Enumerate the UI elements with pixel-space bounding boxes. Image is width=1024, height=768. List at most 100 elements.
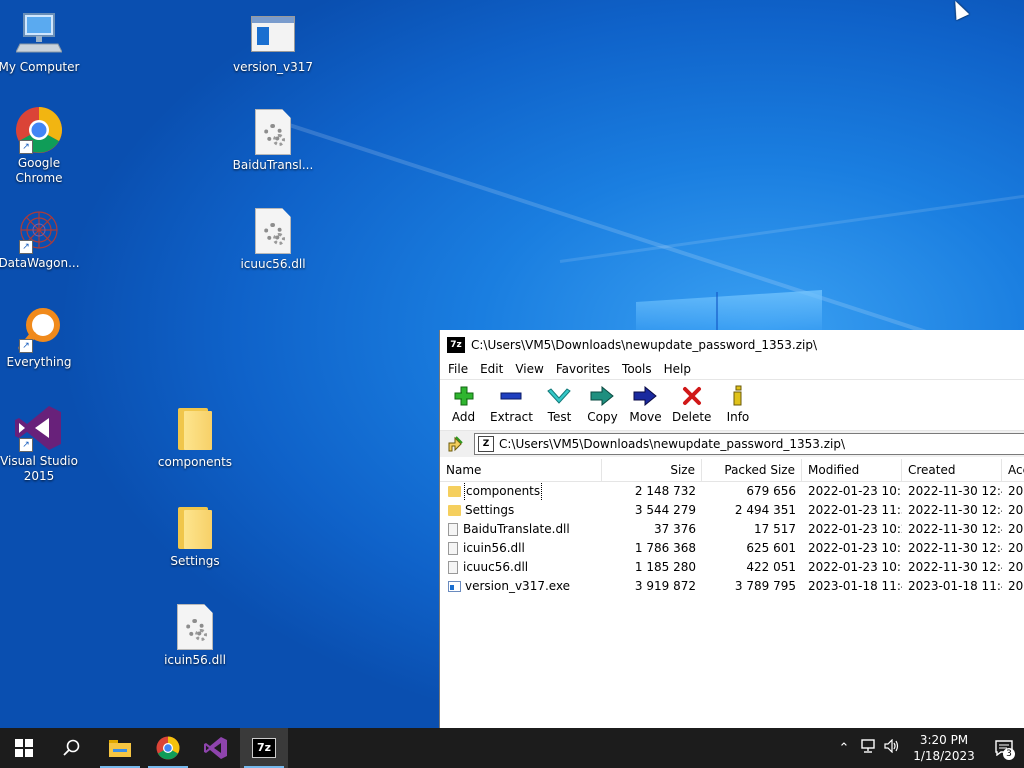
search-button[interactable]: [48, 728, 96, 768]
desktop-icon-label: components: [157, 455, 233, 469]
desktop-icon-label: My Computer: [0, 60, 80, 74]
table-row[interactable]: BaiduTranslate.dll 37 376 17 517 2022-01…: [440, 520, 1024, 539]
exe-icon: [448, 581, 461, 592]
menu-bar: File Edit View Favorites Tools Help: [440, 359, 1024, 379]
desktop-icon-label: BaiduTransl...: [232, 158, 314, 172]
desktop-icon-label: DataWagon...: [0, 256, 80, 270]
desktop-icon-label: Google Chrome: [15, 156, 63, 185]
shortcut-arrow-icon: ↗: [19, 438, 33, 452]
menu-favorites[interactable]: Favorites: [550, 362, 616, 376]
toolbar: Add Extract Test Copy Move Delete Info: [440, 379, 1024, 430]
file-packed-size: 679 656: [746, 484, 796, 498]
file-name: icuuc56.dll: [463, 560, 529, 574]
desktop-icon-icuuc56[interactable]: icuuc56.dll: [231, 207, 315, 272]
volume-icon[interactable]: [880, 738, 904, 757]
file-created: 2022-11-30 12:41: [908, 484, 1002, 498]
file-accessed: 202: [1008, 579, 1024, 593]
move-button[interactable]: Move: [624, 380, 667, 424]
wallpaper-windows-logo: [636, 290, 822, 330]
file-created: 2022-11-30 12:41: [908, 541, 1002, 555]
exe-icon: [249, 10, 297, 58]
table-row[interactable]: icuin56.dll 1 786 368 625 601 2022-01-23…: [440, 539, 1024, 558]
desktop-icon-label: icuuc56.dll: [240, 257, 306, 271]
column-header-name[interactable]: Name: [440, 459, 602, 481]
desktop-icon-version-v317[interactable]: version_v317: [231, 10, 315, 75]
up-folder-icon[interactable]: [444, 433, 466, 455]
file-created: 2022-11-30 12:41: [908, 560, 1002, 574]
action-center-button[interactable]: 3: [984, 728, 1024, 768]
info-label: Info: [726, 410, 750, 424]
file-size: 2 148 732: [634, 484, 696, 498]
magnifier-icon: ↗: [15, 305, 63, 353]
copy-label: Copy: [587, 410, 618, 424]
file-modified: 2022-01-23 10:22: [808, 522, 902, 536]
desktop-icon-visual-studio[interactable]: ↗ Visual Studio 2015: [0, 404, 81, 484]
desktop-icon-google-chrome[interactable]: ↗ Google Chrome: [0, 106, 81, 186]
copy-button[interactable]: Copy: [581, 380, 624, 424]
shortcut-arrow-icon: ↗: [19, 339, 33, 353]
file-size: 1 786 368: [634, 541, 696, 555]
chevron-up-icon[interactable]: ⌃: [832, 741, 856, 756]
column-header-modified[interactable]: Modified: [802, 459, 902, 481]
wallpaper-light-beam: [559, 190, 1024, 263]
column-header-created[interactable]: Created: [902, 459, 1002, 481]
plus-icon: [454, 384, 474, 408]
clock[interactable]: 3:20 PM 1/18/2023: [904, 732, 984, 764]
file-name: icuin56.dll: [463, 541, 525, 555]
menu-file[interactable]: File: [442, 362, 474, 376]
taskbar-7zip[interactable]: 7z: [240, 728, 288, 768]
table-row[interactable]: Settings 3 544 279 2 494 351 2022-01-23 …: [440, 501, 1024, 520]
add-button[interactable]: Add: [442, 380, 485, 424]
column-header-accessed[interactable]: Acc: [1002, 459, 1024, 481]
address-field[interactable]: Z C:\Users\VM5\Downloads\newupdate_passw…: [474, 433, 1024, 455]
test-button[interactable]: Test: [538, 380, 581, 424]
menu-help[interactable]: Help: [658, 362, 697, 376]
table-row[interactable]: components 2 148 732 679 656 2022-01-23 …: [440, 482, 1024, 501]
taskbar-visual-studio[interactable]: [192, 728, 240, 768]
desktop-icon-baidutranslate[interactable]: BaiduTransl...: [231, 108, 315, 173]
delete-button[interactable]: Delete: [667, 380, 716, 424]
7zip-app-icon: 7z: [447, 336, 465, 353]
file-packed-size: 625 601: [746, 541, 796, 555]
file-created: 2022-11-30 12:41: [908, 522, 1002, 536]
network-icon[interactable]: [856, 739, 880, 757]
dll-file-icon: [171, 603, 219, 651]
arrow-right-icon: [590, 384, 615, 408]
info-icon: [731, 384, 745, 408]
taskbar-chrome[interactable]: [144, 728, 192, 768]
minus-icon: [500, 384, 522, 408]
computer-icon: [15, 10, 63, 58]
table-row[interactable]: icuuc56.dll 1 185 280 422 051 2022-01-23…: [440, 558, 1024, 577]
menu-tools[interactable]: Tools: [616, 362, 658, 376]
desktop-icon-icuin56[interactable]: icuin56.dll: [153, 603, 237, 668]
arrow-right-icon: [633, 384, 658, 408]
desktop-icon-datawagon[interactable]: ↗ DataWagon...: [0, 206, 81, 271]
window-titlebar[interactable]: 7z C:\Users\VM5\Downloads\newupdate_pass…: [440, 330, 1024, 359]
menu-view[interactable]: View: [509, 362, 549, 376]
file-accessed: 202: [1008, 522, 1024, 536]
notification-count-badge: 3: [1003, 748, 1015, 760]
file-explorer-icon: [109, 740, 131, 757]
menu-edit[interactable]: Edit: [474, 362, 509, 376]
file-packed-size: 422 051: [746, 560, 796, 574]
file-modified: 2022-01-23 11:31: [808, 503, 902, 517]
info-button[interactable]: Info: [716, 380, 759, 424]
folder-icon: [171, 504, 219, 552]
column-header-packed-size[interactable]: Packed Size: [702, 459, 802, 481]
dll-file-icon: [448, 523, 458, 536]
shortcut-arrow-icon: ↗: [19, 140, 33, 154]
delete-label: Delete: [671, 410, 712, 424]
desktop-icon-my-computer[interactable]: My Computer: [0, 10, 81, 75]
delete-x-icon: [682, 384, 702, 408]
desktop-icon-everything[interactable]: ↗ Everything: [0, 305, 81, 370]
mouse-cursor-icon: [948, 0, 970, 21]
table-row[interactable]: version_v317.exe 3 919 872 3 789 795 202…: [440, 577, 1024, 596]
add-label: Add: [451, 410, 476, 424]
extract-button[interactable]: Extract: [485, 380, 538, 424]
desktop-icon-components[interactable]: components: [153, 405, 237, 470]
start-button[interactable]: [0, 728, 48, 768]
desktop-icon-settings[interactable]: Settings: [153, 504, 237, 569]
file-created: 2023-01-18 11:47: [908, 579, 1002, 593]
taskbar-file-explorer[interactable]: [96, 728, 144, 768]
column-header-size[interactable]: Size: [602, 459, 702, 481]
